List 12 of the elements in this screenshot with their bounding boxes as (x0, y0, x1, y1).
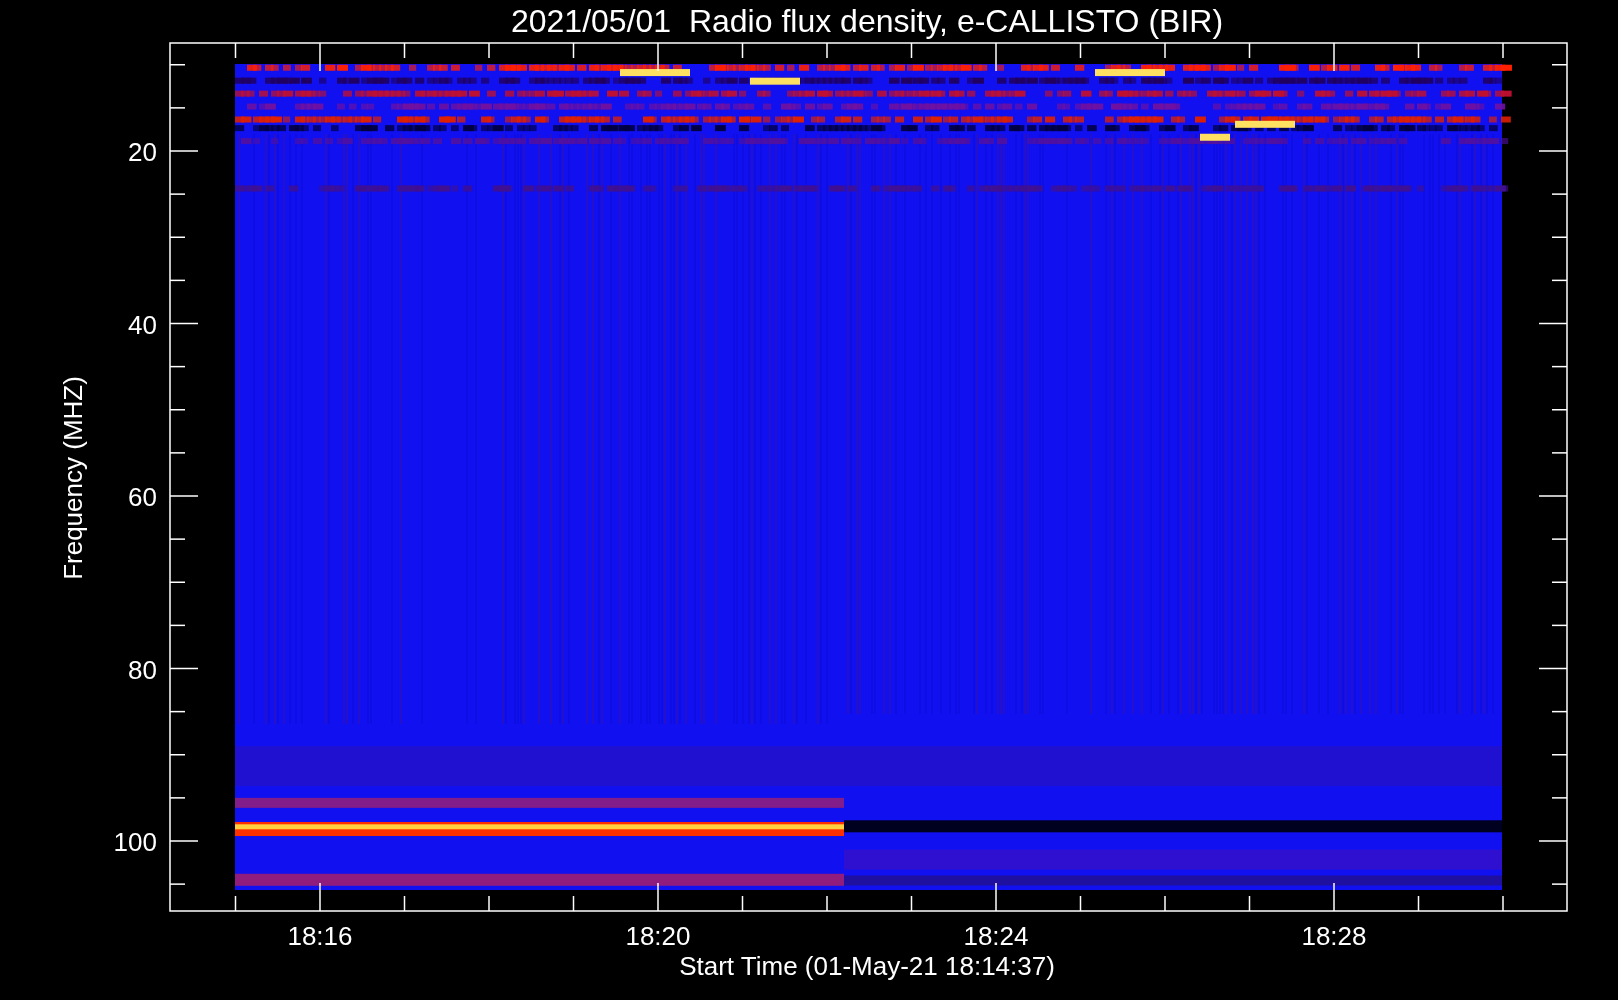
x-tick-label: 18:20 (625, 921, 691, 951)
y-tick-label: 40 (128, 309, 157, 340)
x-axis-label: Start Time (01-May-21 18:14:37) (679, 951, 1055, 981)
x-tick-label: 18:28 (1301, 921, 1367, 951)
y-tick-label: 80 (128, 654, 157, 685)
y-axis-label: Frequency (MHZ) (58, 376, 88, 580)
y-tick-label: 100 (113, 827, 157, 857)
y-tick-label: 20 (128, 137, 157, 167)
x-tick-label: 18:16 (287, 921, 353, 951)
chart-title: 2021/05/01 Radio flux density, e-CALLISTO (BIR) (510, 3, 1224, 39)
x-tick-label: 18:24 (963, 921, 1029, 951)
y-tick-label: 60 (128, 482, 157, 512)
